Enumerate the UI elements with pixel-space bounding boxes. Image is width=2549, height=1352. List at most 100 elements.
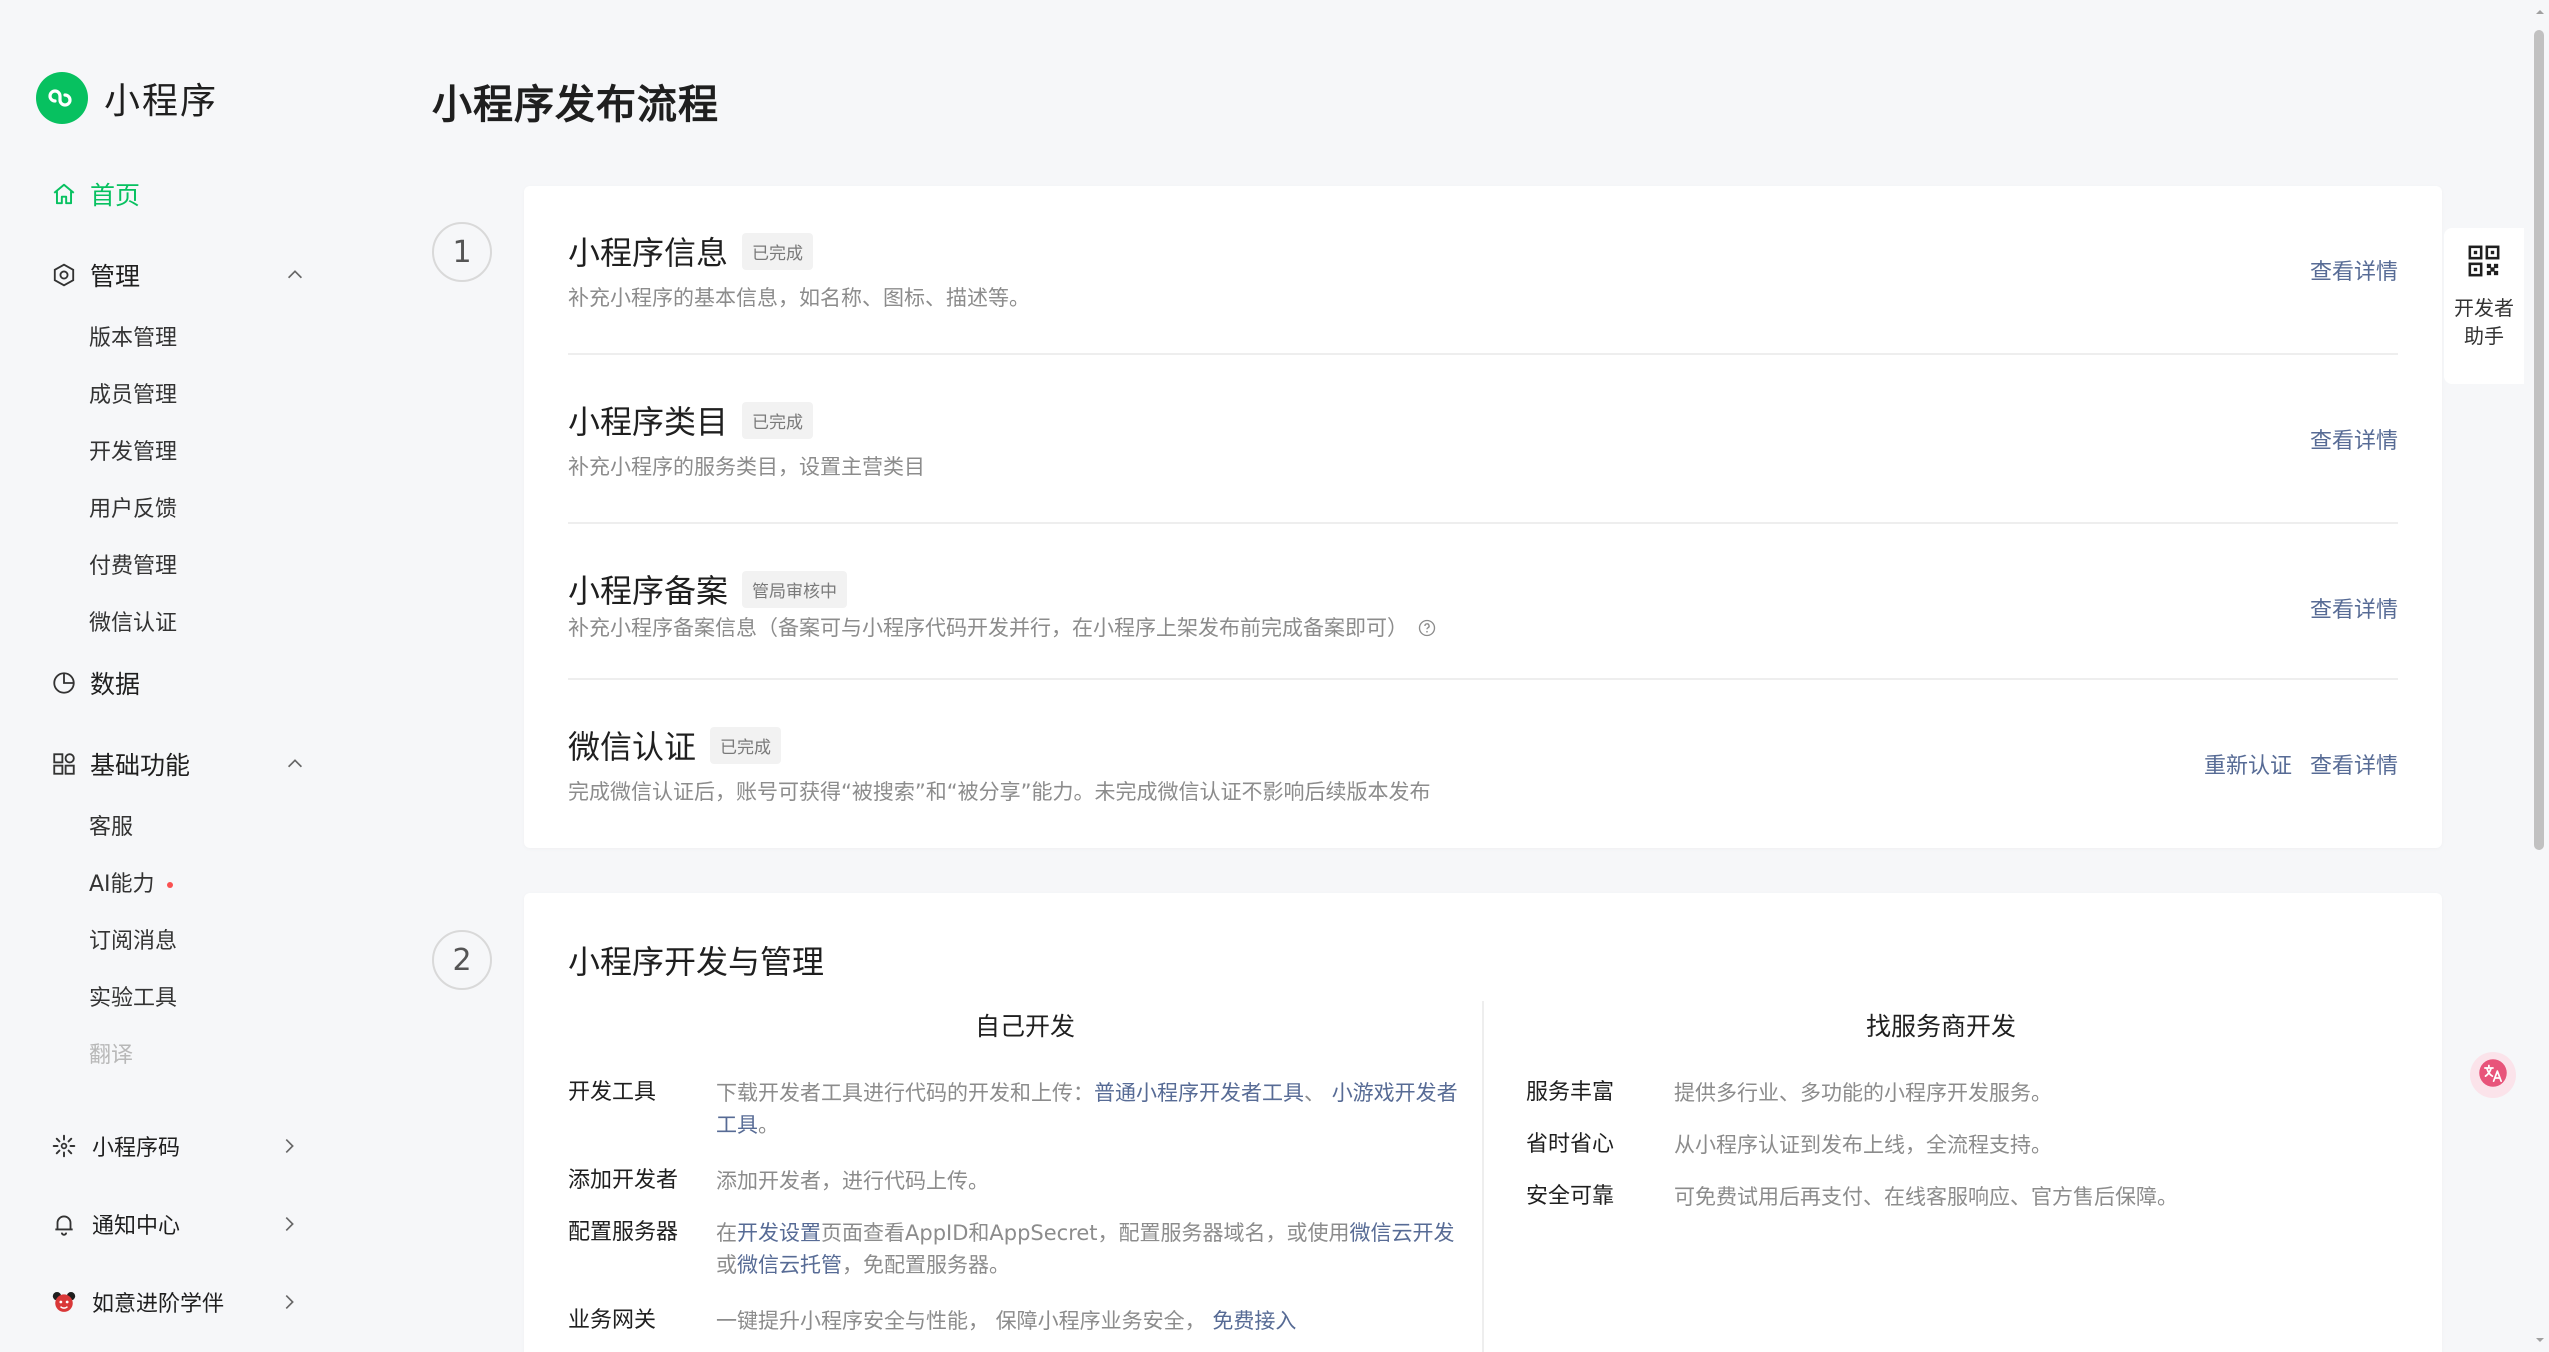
card-title: 小程序开发与管理 [568,943,825,981]
chevron-right-icon [278,1135,300,1157]
help-circle-icon[interactable] [1418,618,1436,637]
mini-program-devtools-link[interactable]: 普通小程序开发者工具 [1094,1081,1304,1105]
chevron-right-icon [278,1291,300,1313]
sidebar-subitem-experiment[interactable]: 实验工具 [89,980,177,1012]
vendor-row-text: 从小程序认证到发布上线，全流程支持。 [1674,1133,2052,1157]
scroll-down-arrow-icon[interactable] [2534,1334,2546,1346]
sidebar-item-notify[interactable]: 通知中心 [50,1208,300,1240]
dev-row-add: 添加开发者 添加开发者，进行代码上传。 [568,1165,1468,1197]
sidebar-item-label: 通知中心 [92,1214,181,1239]
sidebar-subitem-label: AI能力 [89,872,155,897]
dev-text-segment: 在 [716,1221,737,1245]
step-description: 完成微信认证后，账号可获得“被搜索”和“被分享”能力。未完成微信认证不影响后续版… [568,780,1431,804]
translate-button[interactable] [2470,1052,2516,1098]
sidebar-subitem-customer-service[interactable]: 客服 [89,809,133,841]
brand[interactable]: 小程序 [36,72,218,124]
dev-text-segment: 或 [716,1253,737,1277]
free-access-link[interactable]: 免费接入 [1212,1309,1296,1333]
sidebar-item-label: 数据 [90,670,141,699]
sidebar-subitem-subscribe[interactable]: 订阅消息 [89,923,177,955]
vendor-row: 服务丰富 提供多行业、多功能的小程序开发服务。 [1526,1077,2386,1109]
sidebar-subitem-translate: 翻译 [89,1043,134,1068]
sidebar-item-label: 基础功能 [90,751,191,780]
sidebar-subitem-ai[interactable]: AI能力 [89,866,173,898]
scroll-up-arrow-icon[interactable] [2534,6,2546,18]
vendor-row-text: 可免费试用后再支付、在线客服响应、官方售后保障。 [1674,1185,2178,1209]
step-row-filing: 小程序备案 管局审核中 补充小程序备案信息（备案可与小程序代码开发并行，在小程序… [568,524,2398,680]
cloud-hosting-link[interactable]: 微信云托管 [737,1253,842,1277]
developer-helper-button[interactable]: 开发者助手 [2444,228,2524,384]
miniprogram-logo-icon [36,72,88,124]
sidebar-subitem-dev[interactable]: 开发管理 [89,434,177,466]
dev-row-gateway: 业务网关 一键提升小程序安全与性能， 保障小程序业务安全， 免费接入 [568,1305,1468,1337]
new-badge-dot [166,882,173,888]
dev-settings-link[interactable]: 开发设置 [737,1221,821,1245]
sidebar-item-data[interactable]: 数据 [50,665,310,701]
sidebar-subitem-payment[interactable]: 付费管理 [89,548,177,580]
grid-icon [50,750,78,778]
sidebar-subitem-feedback[interactable]: 用户反馈 [89,491,177,523]
column-divider [1482,1001,1484,1352]
dev-text-segment: 页面查看AppID和AppSecret，配置服务器域名，或使用 [821,1221,1350,1245]
chevron-right-icon [278,1213,300,1235]
sidebar-item-label: 管理 [90,262,141,291]
view-details-link[interactable]: 查看详情 [2310,423,2398,455]
dev-row-text: 添加开发者，进行代码上传。 [716,1169,989,1193]
step-row-wechat-verify: 微信认证 已完成 完成微信认证后，账号可获得“被搜索”和“被分享”能力。未完成微… [568,680,2398,849]
sidebar-item-home[interactable]: 首页 [50,176,310,212]
chevron-up-icon [284,753,306,775]
sidebar-item-account[interactable]: 如意进阶学伴 [50,1286,300,1318]
vendor-row-label: 省时省心 [1526,1132,1615,1157]
sidebar-subitem-version[interactable]: 版本管理 [89,320,177,352]
self-dev-heading: 自己开发 [974,1012,1075,1041]
sidebar-subitem-wechat-verify[interactable]: 微信认证 [89,605,177,637]
dev-row-label: 添加开发者 [568,1168,679,1193]
avatar [50,1288,78,1316]
brand-title: 小程序 [104,81,219,122]
vendor-row-text: 提供多行业、多功能的小程序开发服务。 [1674,1081,2052,1105]
view-details-link[interactable]: 查看详情 [2310,254,2398,286]
step-description: 补充小程序的基本信息，如名称、图标、描述等。 [568,286,1030,310]
dev-row-label: 业务网关 [568,1308,657,1333]
status-badge: 已完成 [742,401,814,439]
sidebar-subitem-members[interactable]: 成员管理 [89,377,177,409]
status-badge: 已完成 [710,726,782,764]
dev-text-segment: ，免配置服务器。 [842,1253,1010,1277]
sidebar-item-label: 首页 [90,181,141,210]
view-details-link[interactable]: 查看详情 [2310,748,2398,780]
dev-management-card: 小程序开发与管理 自己开发 找服务商开发 开发工具 下载开发者工具进行代码的开发… [524,893,2442,1352]
sidebar-item-basic[interactable]: 基础功能 [50,746,310,782]
step-number-1: 1 [432,222,492,282]
vendor-row: 省时省心 从小程序认证到发布上线，全流程支持。 [1526,1129,2386,1161]
pie-chart-icon [50,669,78,697]
dev-text-segment: 一键提升小程序安全与性能， 保障小程序业务安全， [716,1309,1213,1333]
step-title: 小程序备案 [568,572,729,610]
cloud-dev-link[interactable]: 微信云开发 [1350,1221,1455,1245]
dev-row-text: 下载开发者工具进行代码的开发和上传：普通小程序开发者工具、 小游戏开发者工具。 [716,1077,1464,1141]
reverify-link[interactable]: 重新认证 [2204,748,2292,780]
vendor-row: 安全可靠 可免费试用后再支付、在线客服响应、官方售后保障。 [1526,1181,2386,1213]
step-description: 补充小程序备案信息（备案可与小程序代码开发并行，在小程序上架发布前完成备案即可） [568,616,1408,640]
dev-text-segment: 、 [1304,1081,1332,1105]
status-badge: 已完成 [742,232,814,270]
scrollbar-thumb[interactable] [2534,30,2544,850]
vendor-dev-heading: 找服务商开发 [1865,1012,2016,1041]
step-title: 小程序信息 [568,234,729,272]
sidebar: 小程序 首页 管理 版本管理 成员管理 开发管理 用户反馈 付费管理 微信认证 [0,0,370,1352]
view-details-link[interactable]: 查看详情 [2310,592,2398,624]
dev-row-server: 配置服务器 在开发设置页面查看AppID和AppSecret，配置服务器域名，或… [568,1217,1468,1281]
step-number-2: 2 [432,930,492,990]
dev-row-tools: 开发工具 下载开发者工具进行代码的开发和上传：普通小程序开发者工具、 小游戏开发… [568,1077,1468,1141]
sidebar-item-qrcode[interactable]: 小程序码 [50,1130,300,1162]
home-icon [50,180,78,208]
dev-text-segment: 。 [758,1113,779,1137]
sidebar-item-label: 小程序码 [92,1136,181,1161]
sidebar-item-manage[interactable]: 管理 [50,257,310,293]
translate-icon [2478,1058,2508,1092]
sidebar-item-label: 如意进阶学伴 [92,1292,225,1317]
setup-steps-card: 小程序信息 已完成 补充小程序的基本信息，如名称、图标、描述等。 查看详情 小程… [524,186,2442,848]
vendor-row-label: 安全可靠 [1526,1184,1615,1209]
status-badge: 管局审核中 [742,570,848,608]
app-window: 小程序 首页 管理 版本管理 成员管理 开发管理 用户反馈 付费管理 微信认证 [0,0,2549,1352]
dev-text-segment: 下载开发者工具进行代码的开发和上传： [716,1081,1094,1105]
